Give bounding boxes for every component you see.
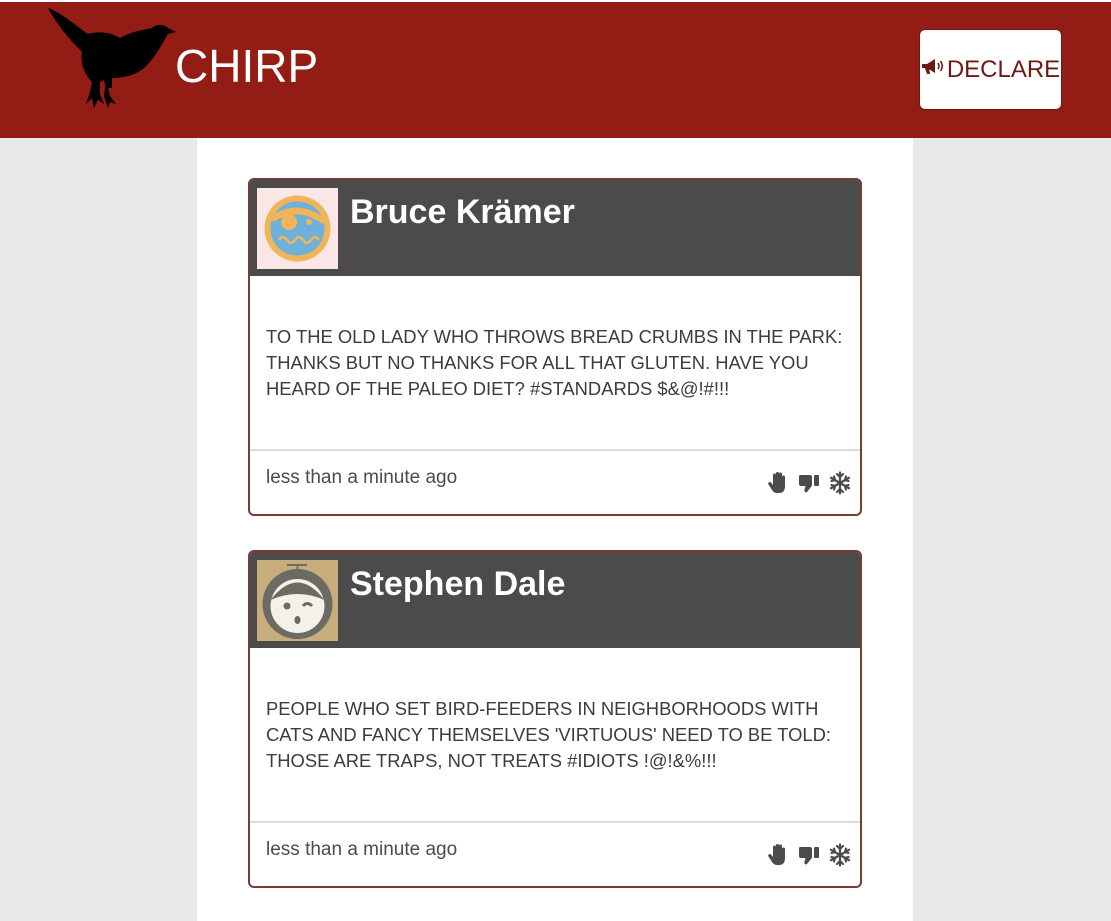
post-author[interactable]: Bruce Krämer <box>350 188 575 236</box>
snowflake-icon[interactable] <box>827 842 852 867</box>
bird-logo-icon[interactable] <box>44 4 176 110</box>
post-header: Bruce Krämer <box>250 180 860 276</box>
post-text: TO THE OLD LADY WHO THROWS BREAD CRUMBS … <box>250 276 860 451</box>
thumbs-down-icon[interactable] <box>796 842 821 867</box>
post-author[interactable]: Stephen Dale <box>350 560 565 608</box>
post-actions <box>765 470 852 495</box>
snowflake-icon[interactable] <box>827 470 852 495</box>
raised-hand-icon[interactable] <box>765 842 790 867</box>
app-header: CHIRP DECLARE <box>0 0 1111 138</box>
post-header: Stephen Dale <box>250 552 860 648</box>
pirate-avatar-icon[interactable] <box>257 188 338 269</box>
post-footer: less than a minute ago <box>250 451 860 514</box>
megaphone-icon <box>921 58 943 74</box>
propeller-hat-avatar-icon[interactable] <box>257 560 338 641</box>
post-text: PEOPLE WHO SET BIRD-FEEDERS IN NEIGHBORH… <box>250 648 860 823</box>
thumbs-down-icon[interactable] <box>796 470 821 495</box>
post-actions <box>765 842 852 867</box>
post-card: Stephen Dale PEOPLE WHO SET BIRD-FEEDERS… <box>248 550 862 888</box>
feed-container: Bruce Krämer TO THE OLD LADY WHO THROWS … <box>197 138 913 921</box>
raised-hand-icon[interactable] <box>765 470 790 495</box>
post-timestamp: less than a minute ago <box>266 467 458 488</box>
post-card: Bruce Krämer TO THE OLD LADY WHO THROWS … <box>248 178 862 516</box>
declare-button[interactable]: DECLARE <box>919 29 1062 110</box>
declare-label: DECLARE <box>946 55 1061 83</box>
post-footer: less than a minute ago <box>250 823 860 886</box>
post-timestamp: less than a minute ago <box>266 839 458 860</box>
brand-title: CHIRP <box>175 40 319 92</box>
